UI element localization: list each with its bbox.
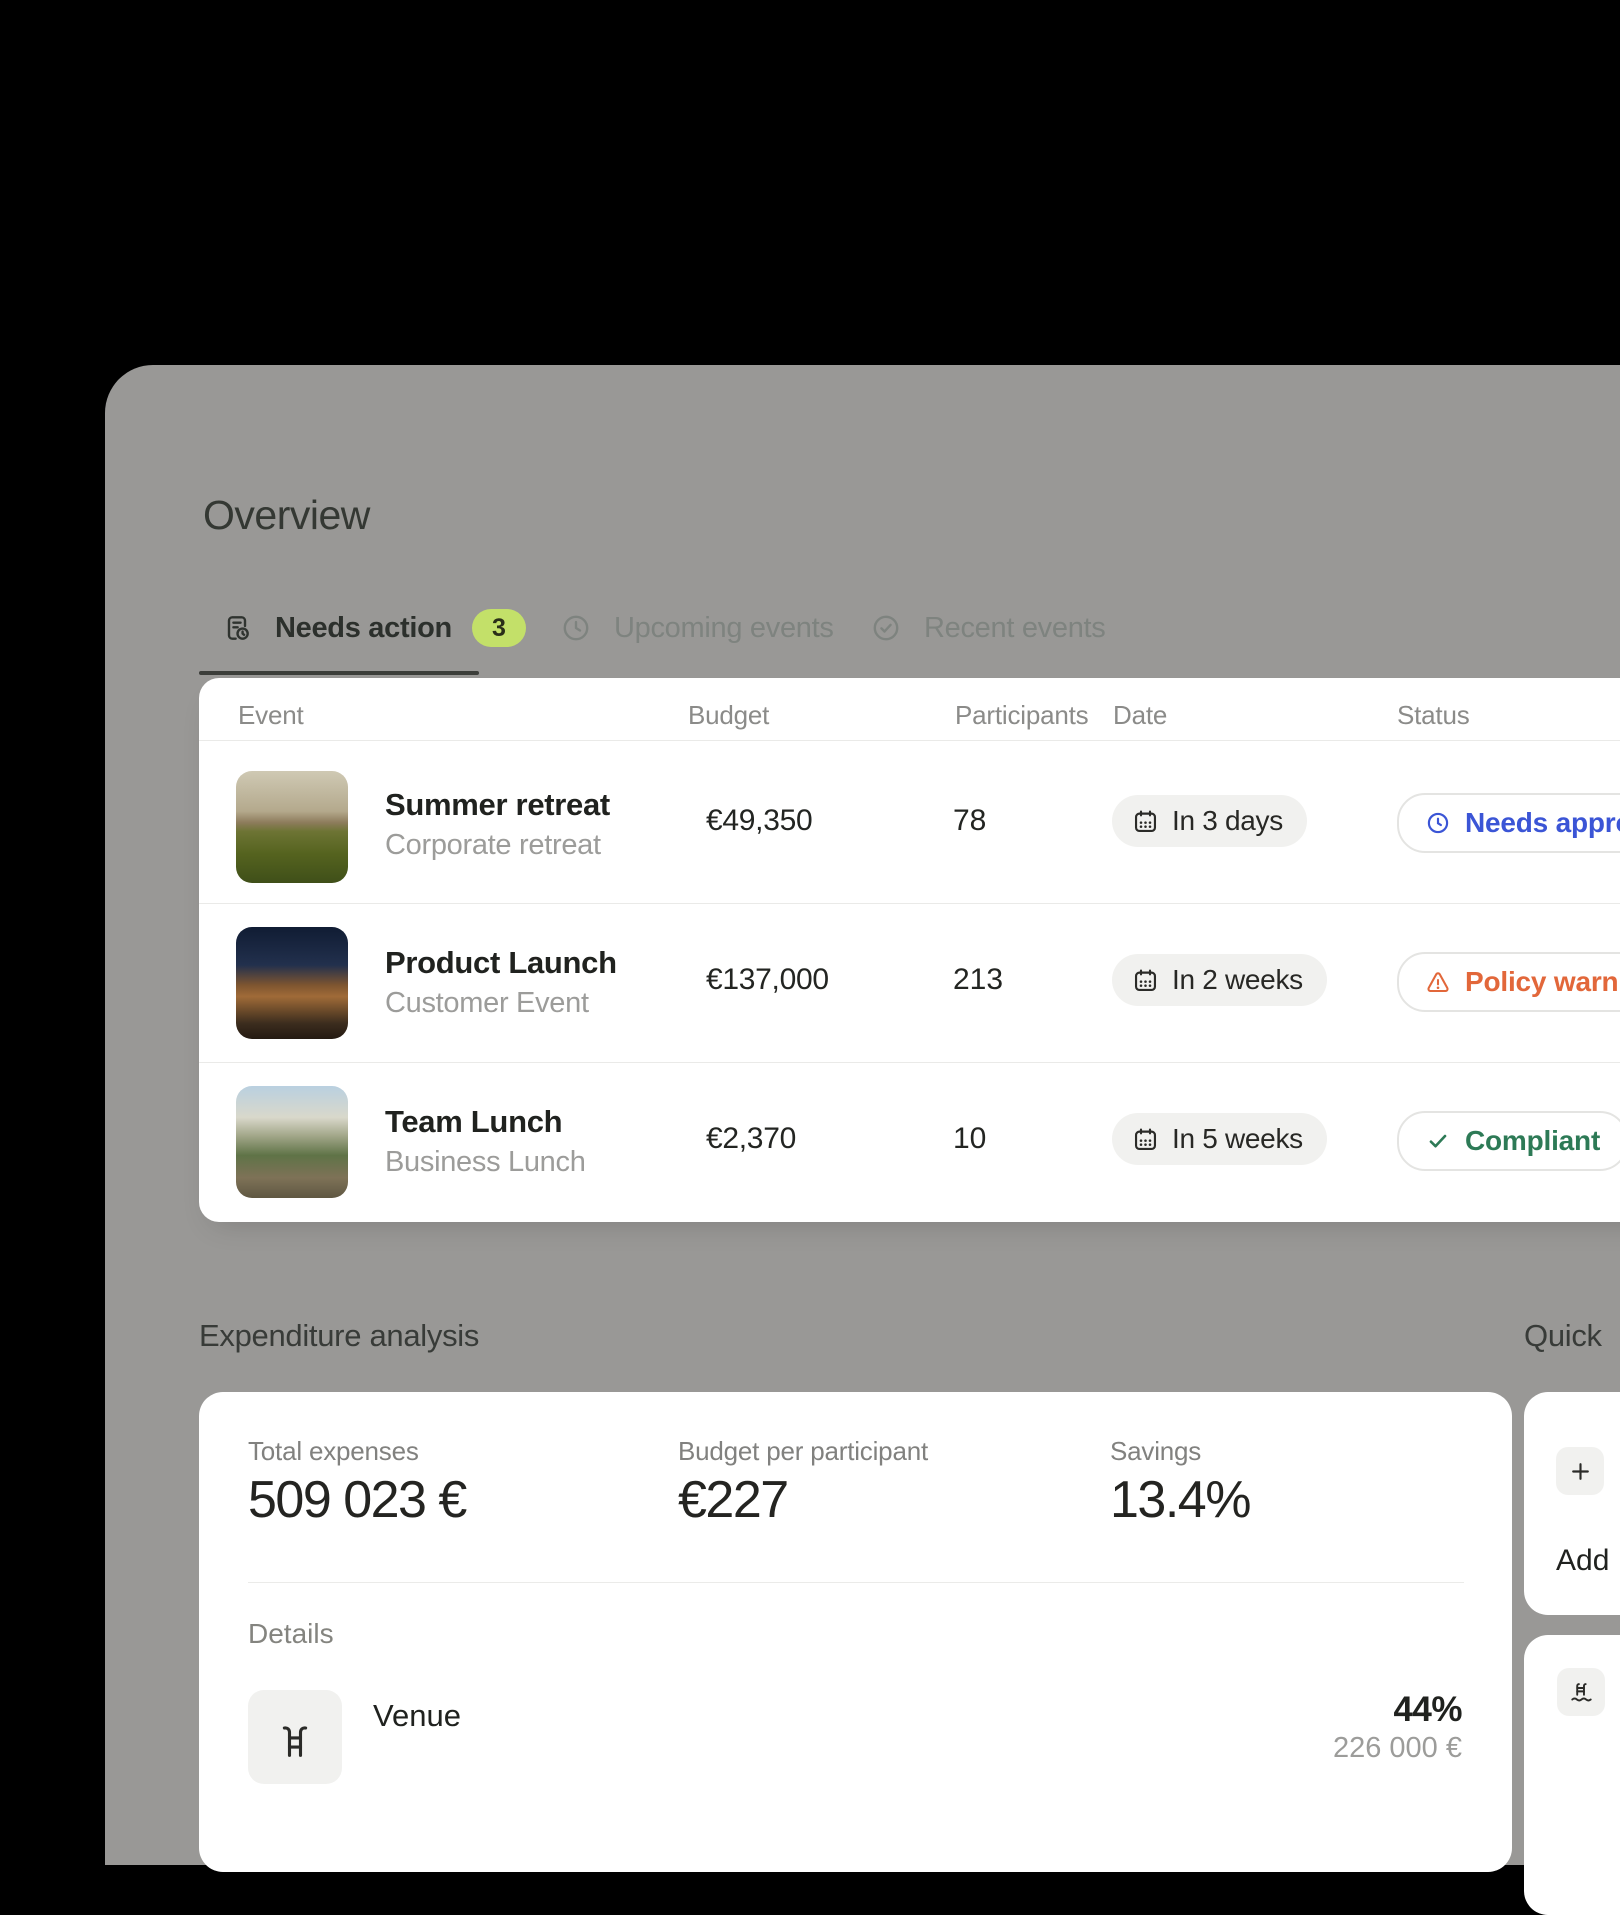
tab-upcoming-events-label: Upcoming events bbox=[614, 612, 834, 645]
quick-action-pool-card[interactable] bbox=[1524, 1635, 1620, 1915]
budget-value: €137,000 bbox=[706, 963, 829, 997]
breakdown-item-percent: 44% bbox=[1393, 1690, 1462, 1730]
date-pill-label: In 2 weeks bbox=[1172, 964, 1303, 996]
tab-needs-action[interactable]: Needs action 3 bbox=[221, 606, 526, 650]
table-row[interactable]: Team Lunch Business Lunch €2,370 10 In 5… bbox=[199, 1062, 1620, 1222]
status-label: Policy warning bbox=[1465, 966, 1620, 998]
tab-recent-events[interactable]: Recent events bbox=[870, 606, 1106, 650]
column-header-date: Date bbox=[1113, 700, 1167, 731]
date-pill: In 2 weeks bbox=[1112, 954, 1327, 1006]
event-title: Product Launch bbox=[385, 945, 617, 981]
breakdown-item-amount: 226 000 € bbox=[1333, 1732, 1462, 1765]
venue-icon-tile bbox=[248, 1690, 342, 1784]
date-pill: In 5 weeks bbox=[1112, 1113, 1327, 1165]
column-header-participants: Participants bbox=[955, 700, 1088, 731]
event-thumbnail bbox=[236, 1086, 348, 1198]
stat-label-savings: Savings bbox=[1110, 1436, 1201, 1467]
divider bbox=[248, 1582, 1464, 1583]
pool-ladder-icon bbox=[1568, 1679, 1595, 1706]
plus-icon bbox=[1567, 1458, 1594, 1485]
event-thumbnail bbox=[236, 771, 348, 883]
needs-action-count-badge: 3 bbox=[472, 609, 526, 647]
status-badge: Compliant bbox=[1397, 1111, 1620, 1171]
stat-value-budget-per-participant: €227 bbox=[678, 1470, 788, 1530]
history-clock-icon bbox=[560, 612, 592, 644]
date-pill: In 3 days bbox=[1112, 795, 1307, 847]
tab-upcoming-events[interactable]: Upcoming events bbox=[560, 606, 834, 650]
calendar-icon bbox=[1132, 1126, 1159, 1153]
event-title: Summer retreat bbox=[385, 787, 610, 823]
tab-needs-action-label: Needs action bbox=[275, 612, 452, 645]
budget-value: €49,350 bbox=[706, 804, 812, 838]
date-pill-label: In 3 days bbox=[1172, 805, 1283, 837]
warning-triangle-icon bbox=[1425, 969, 1451, 995]
column-header-status: Status bbox=[1397, 700, 1470, 731]
plus-icon-tile bbox=[1556, 1447, 1604, 1495]
stat-value-savings: 13.4% bbox=[1110, 1470, 1250, 1530]
participants-value: 10 bbox=[953, 1122, 986, 1156]
status-label: Compliant bbox=[1465, 1125, 1600, 1157]
check-icon bbox=[1425, 1128, 1451, 1154]
column-header-event: Event bbox=[238, 700, 304, 731]
tab-recent-events-label: Recent events bbox=[924, 612, 1106, 645]
quick-action-add-label: Add bbox=[1556, 1544, 1609, 1578]
event-subtitle: Business Lunch bbox=[385, 1146, 586, 1179]
table-row[interactable]: Product Launch Customer Event €137,000 2… bbox=[199, 903, 1620, 1062]
event-thumbnail bbox=[236, 927, 348, 1039]
clock-icon bbox=[1425, 810, 1451, 836]
active-tab-underline bbox=[199, 671, 479, 675]
status-label: Needs approval bbox=[1465, 807, 1620, 839]
stat-value-total-expenses: 509 023 € bbox=[248, 1470, 466, 1530]
document-clock-icon bbox=[221, 612, 253, 644]
status-badge: Policy warning bbox=[1397, 952, 1620, 1012]
check-circle-icon bbox=[870, 612, 902, 644]
quick-action-add-card[interactable]: Add bbox=[1524, 1392, 1620, 1615]
quick-actions-heading: Quick bbox=[1524, 1318, 1602, 1354]
participants-value: 78 bbox=[953, 804, 986, 838]
event-title: Team Lunch bbox=[385, 1104, 562, 1140]
table-row[interactable]: Summer retreat Corporate retreat €49,350… bbox=[199, 740, 1620, 903]
page-title: Overview bbox=[203, 492, 370, 539]
calendar-icon bbox=[1132, 967, 1159, 994]
event-subtitle: Customer Event bbox=[385, 987, 589, 1020]
calendar-icon bbox=[1132, 808, 1159, 835]
expenditure-card: Total expenses 509 023 € Budget per part… bbox=[199, 1392, 1512, 1872]
stat-label-budget-per-participant: Budget per participant bbox=[678, 1436, 928, 1467]
budget-value: €2,370 bbox=[706, 1122, 796, 1156]
stat-label-total-expenses: Total expenses bbox=[248, 1436, 419, 1467]
venue-pillars-icon bbox=[273, 1715, 317, 1759]
pool-ladder-icon-tile bbox=[1557, 1668, 1605, 1716]
event-subtitle: Corporate retreat bbox=[385, 829, 601, 862]
column-header-budget: Budget bbox=[688, 700, 769, 731]
participants-value: 213 bbox=[953, 963, 1003, 997]
events-table: Event Budget Participants Date Status Su… bbox=[199, 678, 1620, 1222]
details-label: Details bbox=[248, 1618, 334, 1650]
breakdown-item-label: Venue bbox=[373, 1698, 461, 1734]
status-badge: Needs approval bbox=[1397, 793, 1620, 853]
expenditure-heading: Expenditure analysis bbox=[199, 1318, 479, 1354]
date-pill-label: In 5 weeks bbox=[1172, 1123, 1303, 1155]
